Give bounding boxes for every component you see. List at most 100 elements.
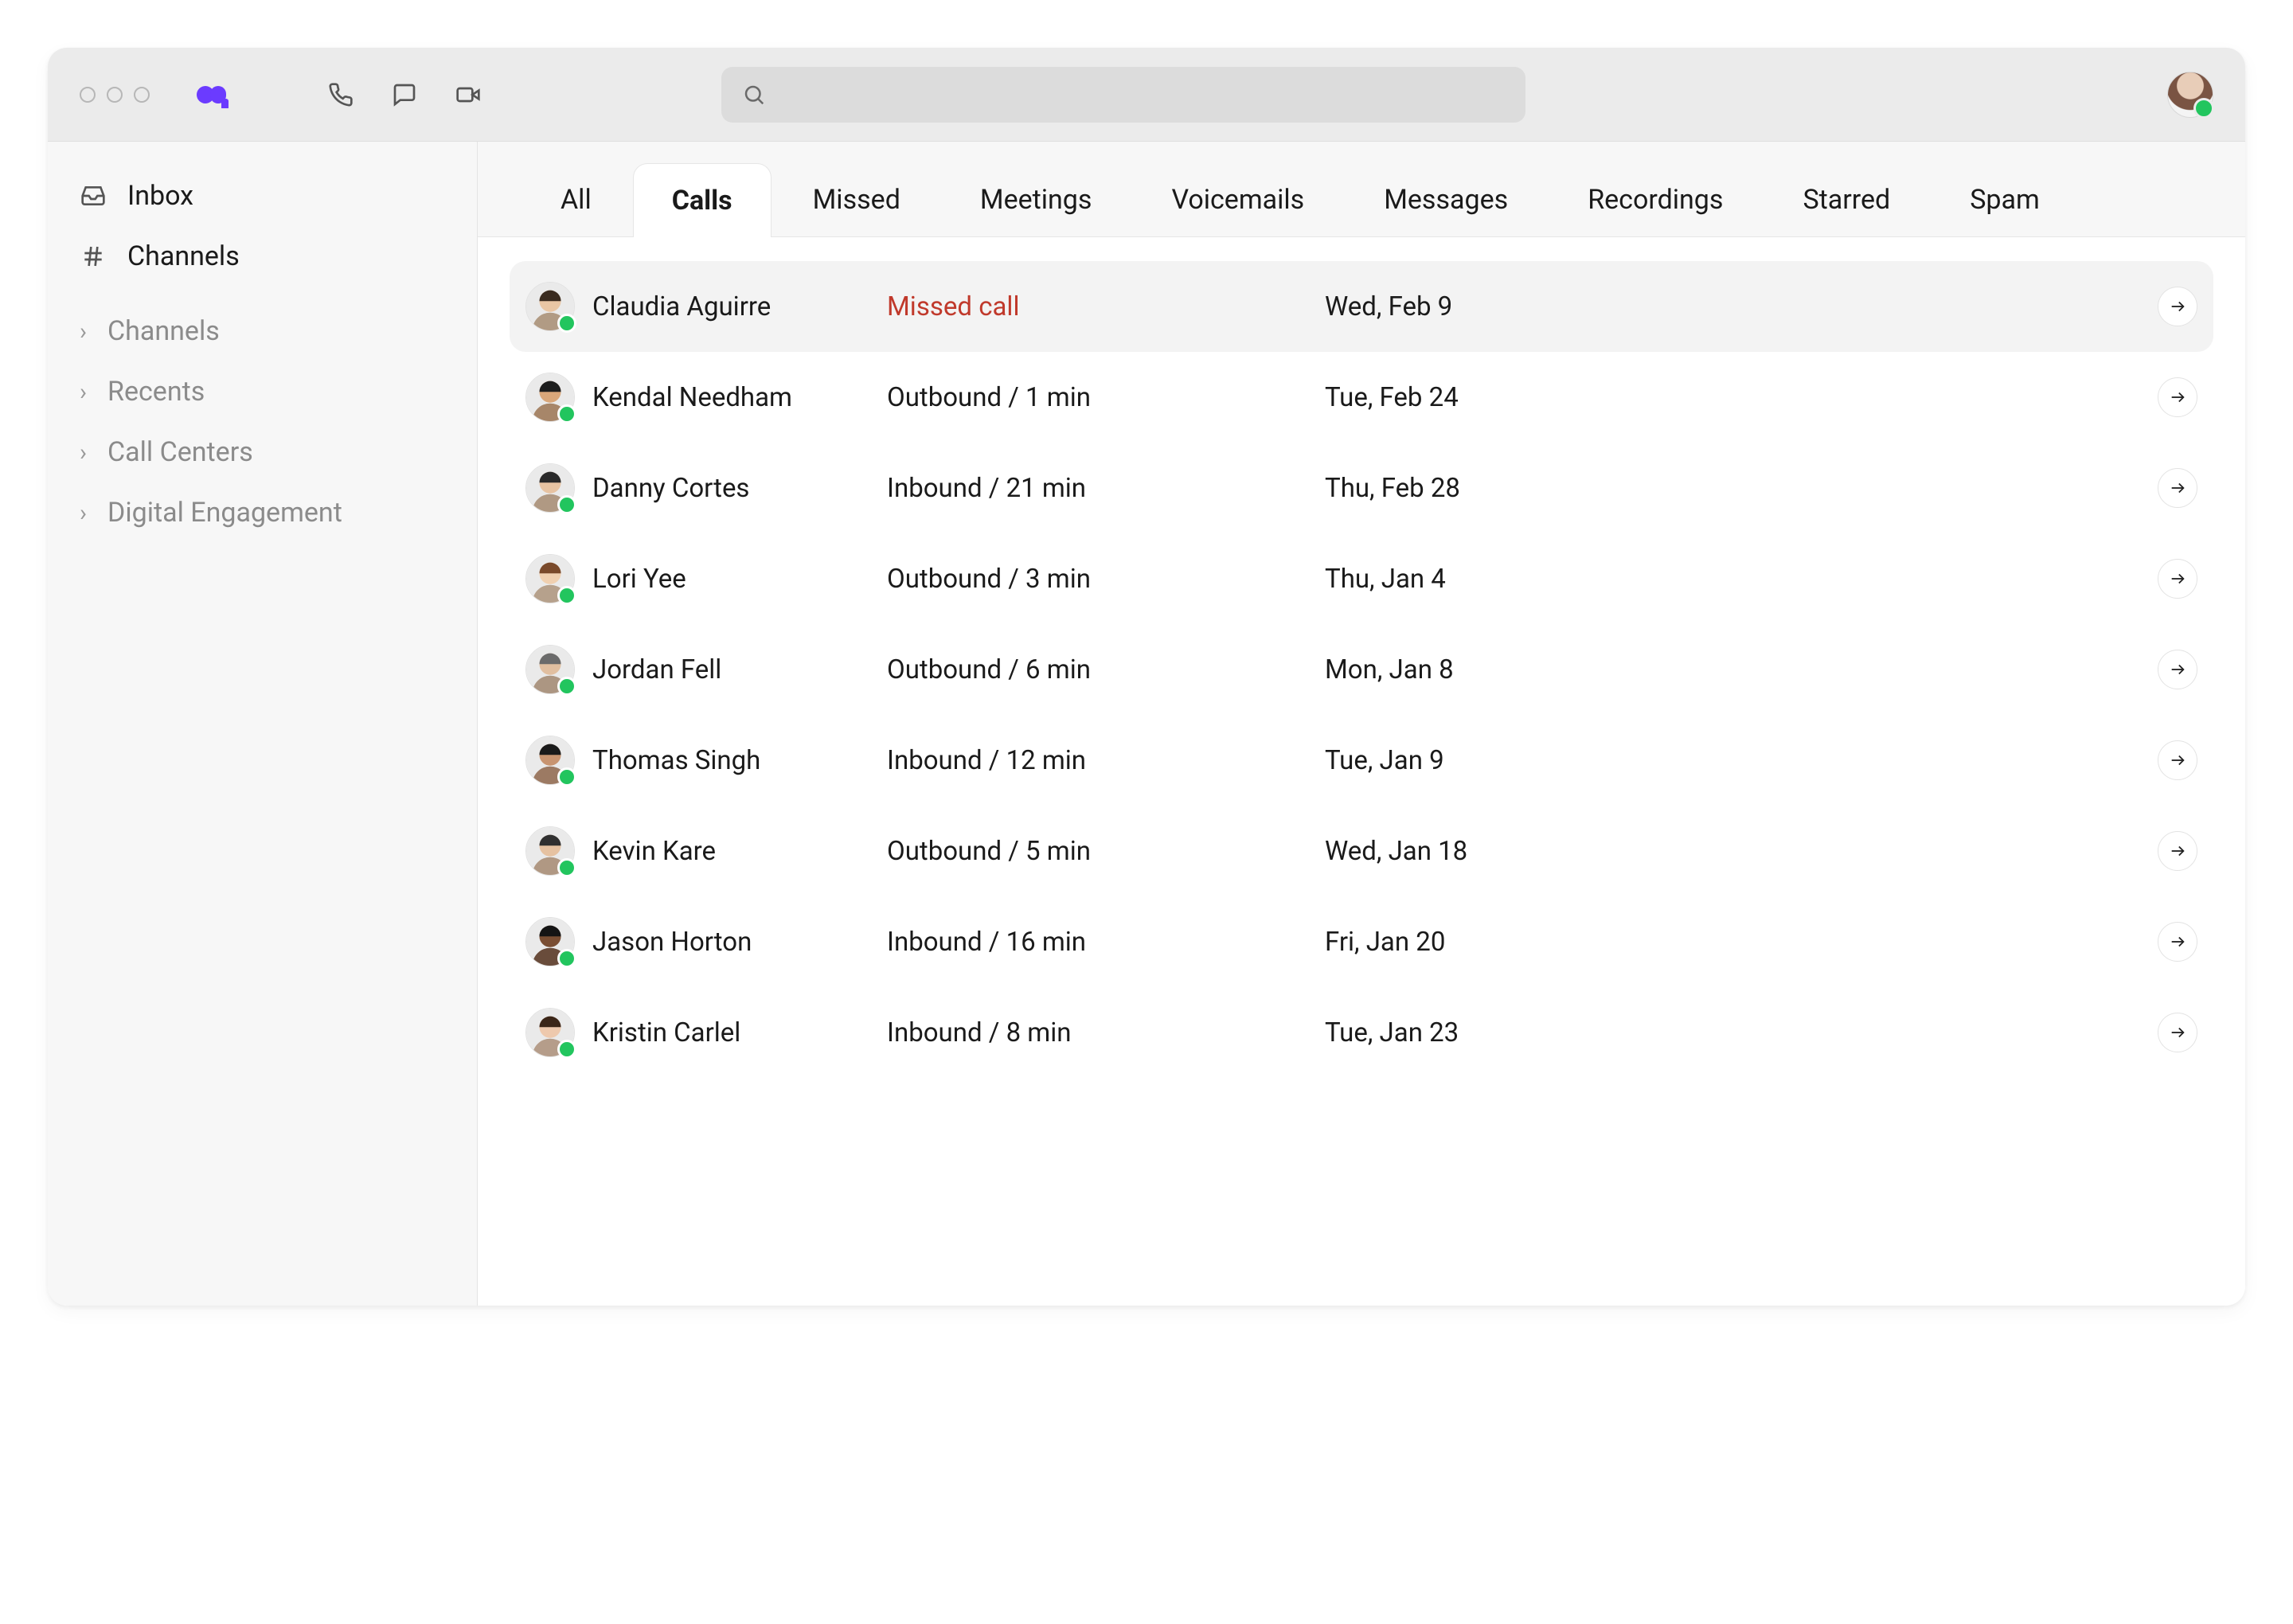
call-date: Tue, Jan 23 [1325, 1017, 2126, 1048]
call-date: Wed, Jan 18 [1325, 836, 2126, 867]
chevron-right-icon: › [80, 439, 87, 467]
open-call-button[interactable] [2158, 831, 2197, 871]
call-detail: Outbound / 3 min [887, 564, 1317, 595]
tab-spam[interactable]: Spam [1932, 163, 2078, 236]
call-name: Jordan Fell [592, 654, 879, 685]
search-field[interactable] [777, 81, 1505, 108]
arrow-right-icon [2169, 1024, 2186, 1041]
sidebar-item-label: Channels [127, 240, 240, 272]
inbox-icon [80, 182, 107, 209]
chevron-right-icon: › [80, 318, 87, 345]
window-dot-max-icon[interactable] [134, 87, 150, 103]
sidebar-group-channels[interactable]: › Channels [48, 301, 477, 361]
call-date: Tue, Feb 24 [1325, 382, 2126, 413]
open-call-button[interactable] [2158, 559, 2197, 599]
avatar [525, 826, 575, 876]
call-row[interactable]: Thomas Singh Inbound / 12 min Tue, Jan 9 [510, 715, 2213, 806]
tab-meetings[interactable]: Meetings [942, 163, 1131, 236]
open-call-button[interactable] [2158, 922, 2197, 962]
open-call-button[interactable] [2158, 1013, 2197, 1052]
sidebar-item-label: Call Centers [107, 436, 253, 468]
call-row[interactable]: Jordan Fell Outbound / 6 min Mon, Jan 8 [510, 624, 2213, 715]
tab-label: Starred [1803, 184, 1890, 216]
avatar [525, 554, 575, 603]
tab-label: Meetings [980, 184, 1092, 216]
tab-missed[interactable]: Missed [775, 163, 939, 236]
tab-label: All [561, 184, 592, 216]
chevron-right-icon: › [80, 378, 87, 406]
call-detail: Outbound / 5 min [887, 836, 1317, 867]
tab-messages[interactable]: Messages [1346, 163, 1546, 236]
avatar [525, 645, 575, 694]
call-detail: Outbound / 1 min [887, 382, 1317, 413]
open-call-button[interactable] [2158, 740, 2197, 780]
open-call-button[interactable] [2158, 650, 2197, 689]
call-date: Fri, Jan 20 [1325, 927, 2126, 958]
call-name: Danny Cortes [592, 473, 879, 504]
window-controls[interactable] [80, 87, 150, 103]
search-icon [742, 83, 766, 107]
call-list: Claudia Aguirre Missed call Wed, Feb 9 K… [478, 237, 2245, 1306]
call-row[interactable]: Kendal Needham Outbound / 1 min Tue, Feb… [510, 352, 2213, 443]
window-dot-close-icon[interactable] [80, 87, 96, 103]
open-call-button[interactable] [2158, 468, 2197, 508]
tab-recordings[interactable]: Recordings [1549, 163, 1761, 236]
open-call-button[interactable] [2158, 287, 2197, 326]
phone-icon[interactable] [325, 79, 357, 111]
sidebar-group-digital-engagement[interactable]: › Digital Engagement [48, 482, 477, 543]
call-row[interactable]: Danny Cortes Inbound / 21 min Thu, Feb 2… [510, 443, 2213, 533]
call-detail: Outbound / 6 min [887, 654, 1317, 685]
call-row[interactable]: Kristin Carlel Inbound / 8 min Tue, Jan … [510, 987, 2213, 1078]
sidebar-item-inbox[interactable]: Inbox [48, 166, 477, 226]
call-detail: Missed call [887, 291, 1317, 322]
call-name: Jason Horton [592, 927, 879, 958]
call-name: Claudia Aguirre [592, 291, 879, 322]
app-logo[interactable] [196, 81, 231, 108]
call-detail: Inbound / 12 min [887, 745, 1317, 776]
chat-icon[interactable] [389, 79, 420, 111]
tab-label: Spam [1970, 184, 2040, 216]
sidebar-item-label: Recents [107, 376, 205, 408]
profile-avatar[interactable] [2167, 72, 2213, 118]
body: Inbox Channels › Channels › Recents › Ca… [48, 142, 2245, 1306]
tab-voicemails[interactable]: Voicemails [1133, 163, 1342, 236]
call-name: Kevin Kare [592, 836, 879, 867]
chevron-right-icon: › [80, 499, 87, 527]
arrow-right-icon [2169, 479, 2186, 497]
open-call-button[interactable] [2158, 377, 2197, 417]
call-name: Kristin Carlel [592, 1017, 879, 1048]
avatar [525, 463, 575, 513]
call-row[interactable]: Jason Horton Inbound / 16 min Fri, Jan 2… [510, 896, 2213, 987]
sidebar-group-recents[interactable]: › Recents [48, 361, 477, 422]
call-row[interactable]: Lori Yee Outbound / 3 min Thu, Jan 4 [510, 533, 2213, 624]
app-window: Inbox Channels › Channels › Recents › Ca… [48, 48, 2245, 1306]
tab-all[interactable]: All [522, 163, 630, 236]
sidebar-item-label: Digital Engagement [107, 497, 342, 529]
arrow-right-icon [2169, 570, 2186, 588]
call-row[interactable]: Claudia Aguirre Missed call Wed, Feb 9 [510, 261, 2213, 352]
tabs: All Calls Missed Meetings VoicemailsMessages… [478, 142, 2245, 237]
tab-label: Missed [813, 184, 900, 216]
tab-label: Calls [672, 185, 732, 217]
arrow-right-icon [2169, 661, 2186, 678]
sidebar: Inbox Channels › Channels › Recents › Ca… [48, 142, 478, 1306]
call-detail: Inbound / 16 min [887, 927, 1317, 958]
video-icon[interactable] [452, 79, 484, 111]
sidebar-group-call-centers[interactable]: › Call Centers [48, 422, 477, 482]
tab-calls[interactable]: Calls [633, 163, 771, 237]
sidebar-item-channels[interactable]: Channels [48, 226, 477, 287]
arrow-right-icon [2169, 933, 2186, 951]
arrow-right-icon [2169, 298, 2186, 315]
avatar [525, 1008, 575, 1057]
call-name: Lori Yee [592, 564, 879, 595]
call-date: Wed, Feb 9 [1325, 291, 2126, 322]
main: All Calls Missed Meetings VoicemailsMessages… [478, 142, 2245, 1306]
tab-starred[interactable]: Starred [1764, 163, 1928, 236]
window-dot-min-icon[interactable] [107, 87, 123, 103]
avatar [525, 736, 575, 785]
search-input[interactable] [721, 67, 1525, 123]
call-name: Kendal Needham [592, 382, 879, 413]
call-detail: Inbound / 21 min [887, 473, 1317, 504]
call-row[interactable]: Kevin Kare Outbound / 5 min Wed, Jan 18 [510, 806, 2213, 896]
avatar [525, 282, 575, 331]
